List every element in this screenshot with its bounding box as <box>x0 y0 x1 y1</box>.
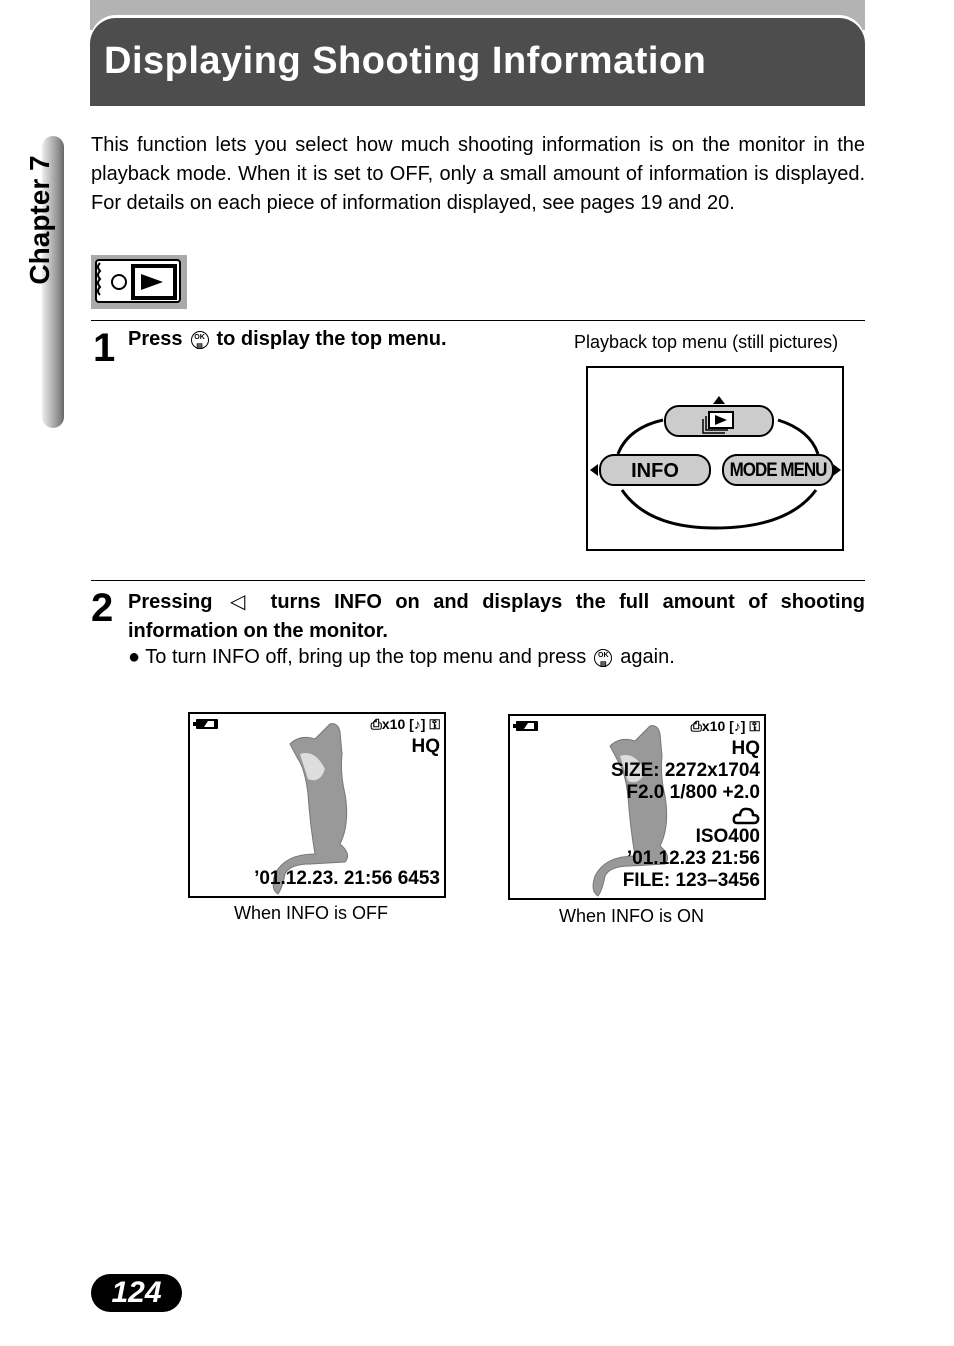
page-number: 124 <box>91 1274 182 1312</box>
lcd-screen-info-on: ⎙x10 [♪] ⚿ HQ SIZE: 2272x1704 F2.0 1/800… <box>508 714 766 900</box>
ok-button-icon: OK ▤ <box>190 330 209 350</box>
status-indicators: ⎙x10 [♪] ⚿ <box>370 716 440 732</box>
menu-arc <box>620 489 818 530</box>
section-divider <box>91 320 865 321</box>
figure-caption: Playback top menu (still pictures) <box>574 332 839 352</box>
file-label: FILE: 123–3456 <box>622 870 760 891</box>
menu-arc <box>616 418 664 455</box>
left-arrow-icon: ◁ <box>229 591 254 613</box>
exposure-label: F2.0 1/800 +2.0 <box>626 782 760 803</box>
step-number: 1 <box>93 326 116 370</box>
section-divider <box>91 580 865 581</box>
caption-info-on: When INFO is ON <box>559 906 705 926</box>
page-title: Displaying Shooting Information <box>104 40 707 82</box>
step-number: 2 <box>91 586 114 630</box>
datetime-file-label: ’01.12.23. 21:56 6453 <box>254 868 440 889</box>
step1-text-after: to display the top menu. <box>216 328 447 350</box>
step2-text-before: Pressing <box>128 591 213 613</box>
chapter-label-wrap: Chapter 7 <box>20 145 60 295</box>
bullet-text-after: again. <box>620 646 675 668</box>
step1-instruction: Press OK ▤ to display the top menu. <box>128 328 447 351</box>
mode-menu-label[interactable]: MODE MENU <box>723 459 833 482</box>
intro-paragraph: This function lets you select how much s… <box>91 134 865 214</box>
caption-info-off: When INFO is OFF <box>234 903 389 923</box>
ok-button-icon: OK ▤ <box>594 648 613 668</box>
step2-bullet: ● To turn INFO off, bring up the top men… <box>128 646 675 669</box>
title-banner: Displaying Shooting Information <box>90 18 865 106</box>
left-arrow-icon <box>590 464 598 476</box>
info-menu-label[interactable]: INFO <box>600 460 710 483</box>
quality-label: HQ <box>411 736 441 757</box>
bullet-icon: ● <box>128 646 141 668</box>
menu-arc <box>777 418 820 455</box>
size-label: SIZE: 2272x1704 <box>611 760 760 781</box>
cloudy-icon <box>732 807 760 825</box>
datetime-label: ’01.12.23 21:56 <box>626 848 760 869</box>
status-indicators: ⎙x10 [♪] ⚿ <box>690 718 760 734</box>
bullet-text-before: To turn INFO off, bring up the top menu … <box>145 646 587 668</box>
playback-top-menu-figure: INFO MODE MENU <box>586 366 844 551</box>
step1-text-before: Press <box>128 328 183 350</box>
up-arrow-icon <box>713 396 725 404</box>
playback-mode-icon <box>91 255 187 309</box>
chapter-label: Chapter 7 <box>24 155 55 285</box>
lcd-screen-info-off: ⎙x10 [♪] ⚿ HQ ’01.12.23. 21:56 6453 <box>188 712 446 898</box>
iso-label: ISO400 <box>695 826 760 847</box>
quality-label: HQ <box>731 738 761 759</box>
step2-instruction: Pressing ◁ turns INFO on and displays th… <box>128 588 865 646</box>
right-arrow-icon <box>833 464 841 476</box>
